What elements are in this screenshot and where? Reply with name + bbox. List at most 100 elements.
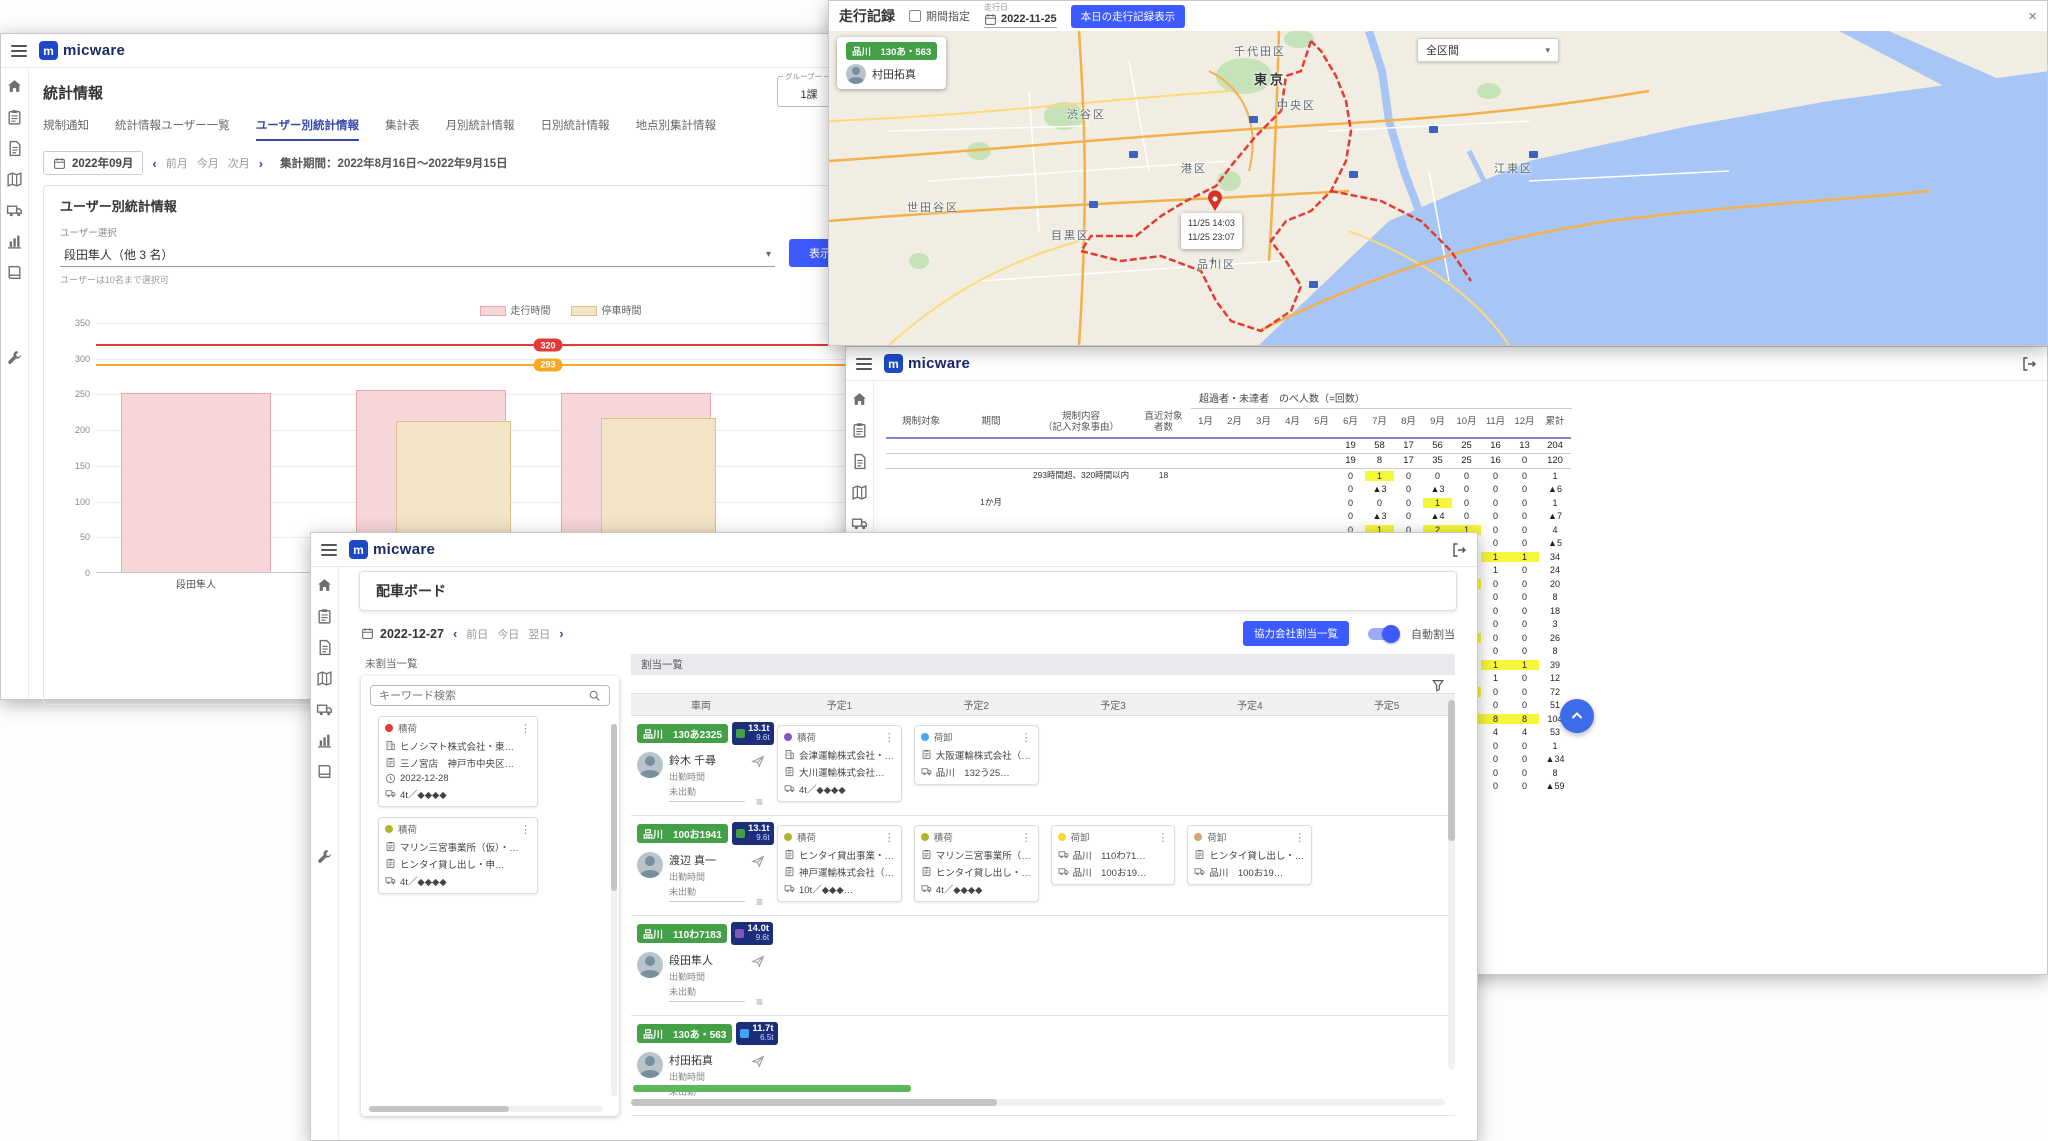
menu-icon[interactable] [856,358,872,370]
close-icon[interactable]: × [2028,8,2037,25]
logout-icon[interactable] [2021,356,2037,372]
load-card[interactable]: 積荷⋮ヒンタイ貸出事業・…神戸運輸株式会社（仮…10t／◆◆◆… [777,825,902,902]
document-icon[interactable] [851,453,868,470]
show-today-record-button[interactable]: 本日の走行記録表示 [1071,5,1186,28]
stats-tab[interactable]: ユーザー別統計情報 [256,117,359,141]
stats-tab[interactable]: 日別統計情報 [541,117,610,141]
horizontal-scrollbar[interactable] [631,1099,1445,1106]
chevron-left-icon[interactable]: ‹ [453,626,457,641]
table-cell: 0 [1510,754,1539,764]
auto-assign-toggle[interactable] [1368,628,1398,640]
scroll-top-button[interactable] [1560,699,1594,733]
next-month-link[interactable]: 次月 [228,155,250,171]
period-checkbox[interactable] [909,10,921,22]
stats-tab[interactable]: 集計表 [385,117,420,141]
load-card[interactable]: 積荷⋮会津運輸株式会社・…大川運輸株式会社…4t／◆◆◆◆ [777,725,902,802]
month-picker[interactable]: 2022年09月 [43,151,143,175]
vehicle-plate-chip[interactable]: 品川 130あ・563 [637,1024,732,1043]
move-handle-icon[interactable]: + [1209,253,1217,268]
home-icon[interactable] [851,391,868,408]
truck-icon[interactable] [6,202,23,219]
truck-icon[interactable] [316,701,333,718]
kebab-menu-icon[interactable]: ⋮ [520,823,531,836]
region-select[interactable]: 全区間 ▾ [1417,38,1559,62]
district-label: 渋谷区 [1067,106,1106,122]
today-link[interactable]: 今日 [497,626,519,642]
book-icon[interactable] [6,264,23,281]
book-icon[interactable] [316,763,333,780]
table-cell: 120 [1539,455,1571,466]
search-input[interactable] [379,690,582,702]
user-select[interactable]: 段田隼人（他 3 名） ▾ [60,242,775,267]
unload-card[interactable]: 荷卸⋮ヒンタイ貸し出し・申…品川 100お19… [1187,825,1312,885]
vehicle-plate-chip[interactable]: 品川 100お1941 [637,824,728,843]
chevron-right-icon[interactable]: › [559,626,563,641]
kebab-menu-icon[interactable]: ⋮ [1294,831,1305,844]
unload-card[interactable]: 荷卸⋮大阪運輸株式会社（支…品川 132う25… [914,725,1039,785]
drive-date-field[interactable]: 走行日 2022-11-25 [984,4,1057,28]
wrench-icon[interactable] [316,848,333,865]
home-icon[interactable] [316,577,333,594]
clipboard-icon[interactable] [6,109,23,126]
menu-icon[interactable] [11,45,27,57]
chevron-right-icon[interactable]: › [259,156,263,171]
chart-icon[interactable] [316,732,333,749]
map-icon[interactable] [316,670,333,687]
send-icon[interactable] [751,754,765,768]
kebab-menu-icon[interactable]: ⋮ [1157,831,1168,844]
date-picker[interactable]: 2022-12-27 [361,627,444,641]
clipboard-icon[interactable] [851,422,868,439]
drag-handle-icon[interactable]: ≡ [756,995,763,1009]
horizontal-scrollbar[interactable] [369,1106,603,1112]
kebab-menu-icon[interactable]: ⋮ [520,722,531,735]
current-month-link[interactable]: 今月 [197,155,219,171]
load-card[interactable]: 積荷⋮マリン三宮事業所（仮）…ヒンタイ貸し出し・申…4t／◆◆◆◆ [914,825,1039,902]
document-icon[interactable] [316,639,333,656]
kebab-menu-icon[interactable]: ⋮ [1021,831,1032,844]
table-cell: 19 [1336,440,1365,451]
chevron-left-icon[interactable]: ‹ [152,156,156,171]
wrench-icon[interactable] [6,349,23,366]
kebab-menu-icon[interactable]: ⋮ [884,831,895,844]
vehicle-overlay-card[interactable]: 品川 130あ・563 村田拓真 [837,37,946,89]
truck-icon[interactable] [851,515,868,532]
vertical-scrollbar[interactable] [611,724,617,1096]
attendance-label: 出勤時間 [669,870,745,883]
load-card[interactable]: 積荷⋮マリン三宮事業所（仮）・…ヒンタイ貸し出し・申…4t／◆◆◆◆ [378,817,538,894]
unload-card[interactable]: 荷卸⋮品川 110わ71…品川 100お19… [1051,825,1176,885]
home-icon[interactable] [6,78,23,95]
stats-tab[interactable]: 規制通知 [43,117,89,141]
column-header: 4月 [1278,417,1307,428]
kebab-menu-icon[interactable]: ⋮ [884,731,895,744]
y-axis-tick: 200 [60,425,90,435]
send-icon[interactable] [751,954,765,968]
vertical-scrollbar[interactable] [1448,700,1455,1070]
chart-icon[interactable] [6,233,23,250]
send-icon[interactable] [751,854,765,868]
stats-tab[interactable]: 地点別集計情報 [636,117,717,141]
prev-day-link[interactable]: 前日 [466,626,488,642]
partner-company-button[interactable]: 協力会社割当一覧 [1243,621,1349,646]
calendar-icon [361,627,374,640]
column-header: 9月 [1423,417,1452,428]
prev-month-link[interactable]: 前月 [166,155,188,171]
clipboard-icon[interactable] [316,608,333,625]
document-icon[interactable] [6,140,23,157]
vehicle-plate-chip[interactable]: 品川 110わ7183 [637,924,727,943]
menu-icon[interactable] [321,544,337,556]
map-icon[interactable] [6,171,23,188]
send-icon[interactable] [751,1054,765,1068]
load-card[interactable]: 積荷⋮ヒノシマト株式会社・東…三ノ宮店 神戸市中央区…2022-12-284t／… [378,716,538,807]
drag-handle-icon[interactable]: ≡ [756,895,763,909]
stats-tab[interactable]: 統計情報ユーザー一覧 [115,117,230,141]
vehicle-plate-chip[interactable]: 品川 130あ2325 [637,724,728,743]
kebab-menu-icon[interactable]: ⋮ [1021,731,1032,744]
stats-tab[interactable]: 月別統計情報 [446,117,515,141]
map-icon[interactable] [851,484,868,501]
map-canvas[interactable]: 千代田区中央区渋谷区港区江東区世田谷区目黒区品川区東京 品川 130あ・563 … [829,31,2047,345]
logout-icon[interactable] [1451,542,1467,558]
search-icon[interactable] [588,689,601,702]
drag-handle-icon[interactable]: ≡ [756,795,763,809]
filter-icon[interactable] [1431,678,1445,692]
next-day-link[interactable]: 翌日 [528,626,550,642]
